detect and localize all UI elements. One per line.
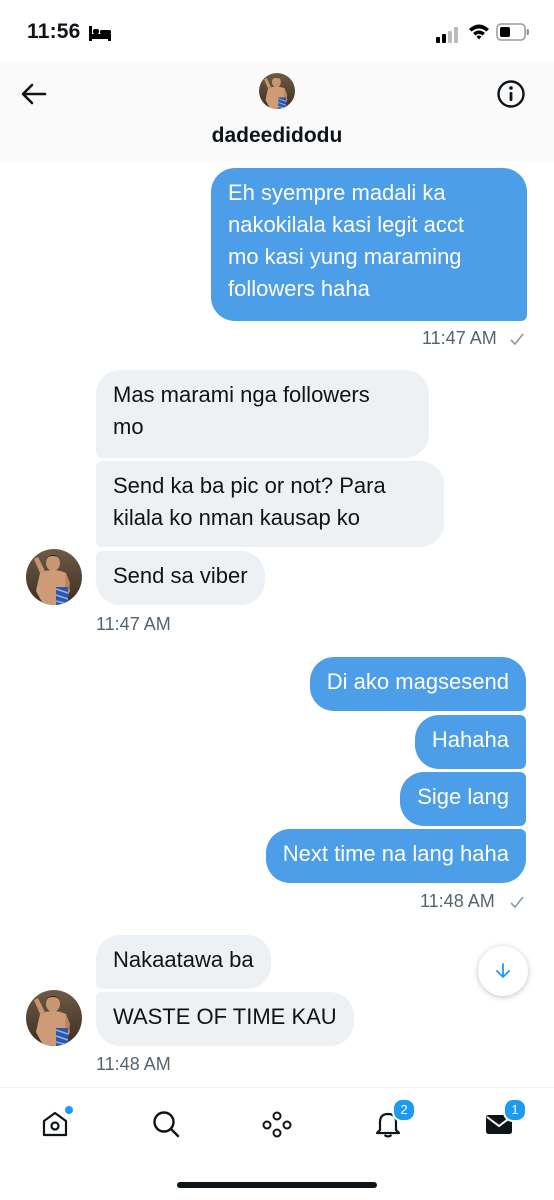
message-text: WASTE OF TIME KAU <box>113 1004 337 1029</box>
message-line: nakokilala kasi legit acct <box>228 212 465 237</box>
status-time: 11:56 <box>27 20 81 43</box>
message-timestamp: 11:47 AM <box>422 328 497 348</box>
conversation-header: dadeedidodu <box>0 62 554 162</box>
messages-badge: 1 <box>503 1098 527 1122</box>
message-bubble-outgoing[interactable]: Next time na lang haha <box>265 829 526 883</box>
message-bubble-outgoing[interactable]: Di ako magsesend <box>309 657 526 711</box>
avatar[interactable] <box>26 990 82 1046</box>
message-line: followers haha <box>228 276 370 301</box>
home-indicator <box>177 1182 377 1188</box>
message-bubble-incoming[interactable]: Send sa viber <box>96 551 265 605</box>
message-bubble-outgoing[interactable]: Sige lang <box>400 772 526 826</box>
message-bubble-incoming[interactable]: Nakaatawa ba <box>96 935 271 989</box>
message-text: Hahaha <box>431 727 509 752</box>
notifications-badge: 2 <box>392 1098 416 1122</box>
arrow-down-icon <box>496 963 510 978</box>
check-icon <box>510 333 524 346</box>
nav-messages[interactable]: 1 <box>479 1098 527 1144</box>
message-text: Nakaatawa ba <box>113 947 254 972</box>
message-line: Send ka ba pic or not? Para <box>113 473 386 498</box>
message-text: Send sa viber <box>113 563 248 588</box>
message-text: Next time na lang haha <box>282 841 509 866</box>
home-unread-dot <box>65 1106 73 1114</box>
home-icon <box>42 1111 68 1137</box>
check-icon <box>510 896 524 909</box>
info-button[interactable] <box>494 77 528 111</box>
message-line: Eh syempre madali ka <box>228 180 446 205</box>
bed-icon <box>88 24 112 47</box>
back-arrow-icon <box>21 83 47 105</box>
message-timestamp: 11:47 AM <box>96 614 171 634</box>
message-bubble-incoming[interactable]: Mas marami nga followers mo <box>96 370 429 458</box>
message-bubble-incoming[interactable]: Send ka ba pic or not? Para kilala ko nm… <box>96 461 444 547</box>
status-bar: 11:56 <box>0 0 554 62</box>
message-timestamp: 11:48 AM <box>96 1054 171 1074</box>
nav-home[interactable] <box>35 1104 75 1144</box>
back-button[interactable] <box>16 76 52 112</box>
message-line: mo <box>113 414 144 439</box>
message-text: Di ako magsesend <box>326 669 509 694</box>
nav-search[interactable] <box>146 1104 186 1144</box>
spaces-icon <box>262 1111 292 1138</box>
battery-icon <box>496 23 530 46</box>
message-line: kilala ko nman kausap ko <box>113 505 361 530</box>
signal-icon <box>436 27 460 48</box>
search-icon <box>153 1111 180 1138</box>
conversation-username[interactable]: dadeedidodu <box>0 124 554 148</box>
nav-notifications[interactable]: 2 <box>368 1098 416 1144</box>
message-bubble-outgoing[interactable]: Hahaha <box>414 715 526 769</box>
message-bubble-incoming[interactable]: WASTE OF TIME KAU <box>96 992 354 1046</box>
nav-spaces[interactable] <box>257 1104 297 1144</box>
message-bubble-outgoing[interactable]: Eh syempre madali ka nakokilala kasi leg… <box>211 168 527 321</box>
avatar[interactable] <box>26 549 82 605</box>
message-timestamp: 11:48 AM <box>420 891 495 911</box>
wifi-icon <box>468 23 490 46</box>
info-icon <box>497 80 525 108</box>
scroll-to-bottom-button[interactable] <box>478 946 528 996</box>
message-line: Mas marami nga followers <box>113 382 370 407</box>
avatar[interactable] <box>259 73 295 109</box>
message-line: mo kasi yung maraming <box>228 244 462 269</box>
message-text: Sige lang <box>417 784 509 809</box>
